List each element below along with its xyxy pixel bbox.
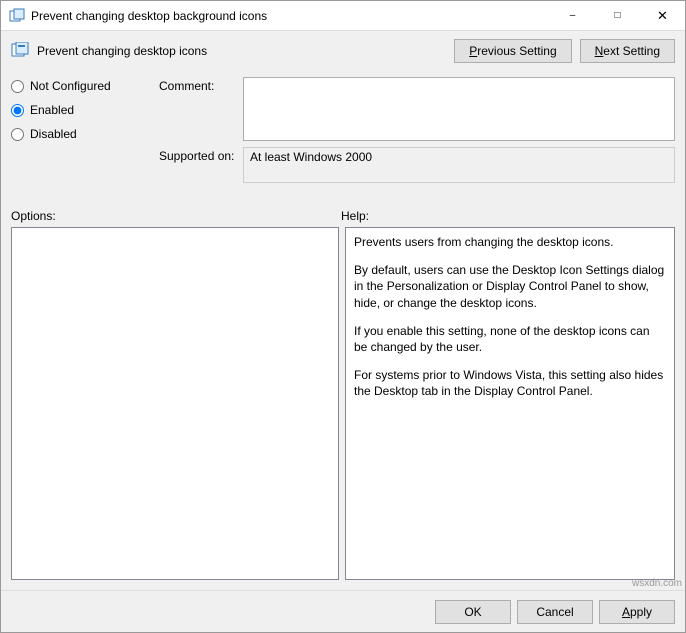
maximize-button[interactable]: □ (595, 1, 640, 30)
options-label: Options: (11, 209, 341, 223)
window-controls: – □ ✕ (550, 1, 685, 30)
previous-setting-button[interactable]: Previous Setting (454, 39, 571, 63)
radio-disabled-label: Disabled (30, 127, 77, 141)
help-p3: If you enable this setting, none of the … (354, 323, 666, 355)
fields-column: Comment: Supported on: At least Windows … (159, 77, 675, 189)
nav-buttons: Previous Setting Next Setting (454, 39, 675, 63)
supported-field-row: Supported on: At least Windows 2000 (159, 147, 675, 183)
comment-field-row: Comment: (159, 77, 675, 141)
watermark: wsxdn.com (632, 578, 682, 589)
ok-button[interactable]: OK (435, 600, 511, 624)
supported-label: Supported on: (159, 147, 239, 163)
window-title: Prevent changing desktop background icon… (31, 9, 550, 23)
footer: OK Cancel Apply (1, 590, 685, 632)
close-button[interactable]: ✕ (640, 1, 685, 30)
policy-icon (9, 8, 25, 24)
setting-icon (11, 42, 29, 60)
radio-not-configured-label: Not Configured (30, 79, 111, 93)
apply-button[interactable]: Apply (599, 600, 675, 624)
help-p1: Prevents users from changing the desktop… (354, 234, 666, 250)
header-row: Prevent changing desktop icons Previous … (11, 39, 675, 63)
radio-not-configured[interactable]: Not Configured (11, 79, 151, 93)
help-p4: For systems prior to Windows Vista, this… (354, 367, 666, 399)
radio-enabled-input[interactable] (11, 104, 24, 117)
minimize-button[interactable]: – (550, 1, 595, 30)
content-area: Prevent changing desktop icons Previous … (1, 31, 685, 590)
options-panel (11, 227, 339, 580)
section-labels: Options: Help: (11, 209, 675, 223)
supported-value: At least Windows 2000 (243, 147, 675, 183)
radio-not-configured-input[interactable] (11, 80, 24, 93)
comment-input[interactable] (243, 77, 675, 141)
state-radios: Not Configured Enabled Disabled (11, 77, 151, 189)
titlebar: Prevent changing desktop background icon… (1, 1, 685, 31)
upper-section: Not Configured Enabled Disabled Comment:… (11, 77, 675, 189)
help-panel: Prevents users from changing the desktop… (345, 227, 675, 580)
radio-enabled[interactable]: Enabled (11, 103, 151, 117)
help-label: Help: (341, 209, 369, 223)
help-p2: By default, users can use the Desktop Ic… (354, 262, 666, 311)
comment-label: Comment: (159, 77, 239, 93)
cancel-button[interactable]: Cancel (517, 600, 593, 624)
radio-disabled[interactable]: Disabled (11, 127, 151, 141)
next-setting-button[interactable]: Next Setting (580, 39, 675, 63)
setting-name: Prevent changing desktop icons (37, 44, 454, 58)
radio-disabled-input[interactable] (11, 128, 24, 141)
panels: Prevents users from changing the desktop… (11, 227, 675, 580)
radio-enabled-label: Enabled (30, 103, 74, 117)
